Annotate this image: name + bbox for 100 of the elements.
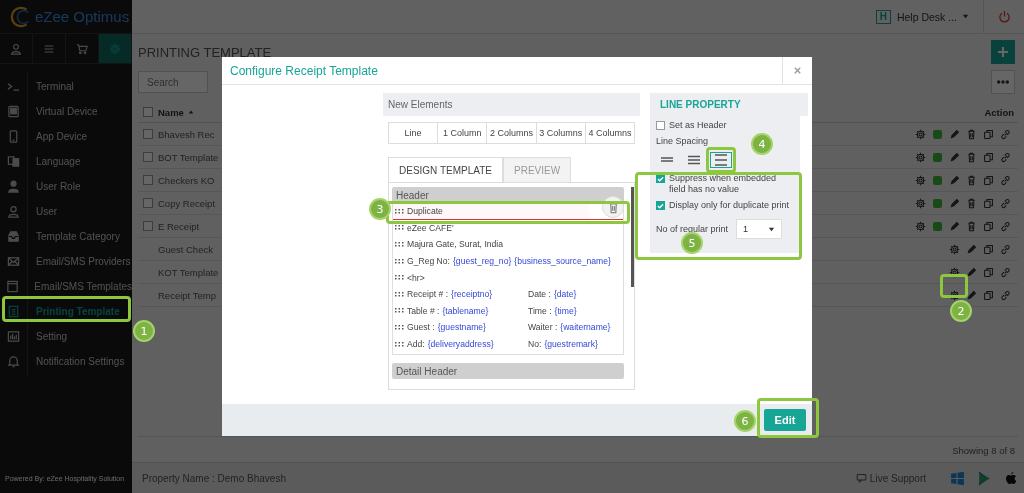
pencil-icon bbox=[949, 197, 960, 209]
line-label: eZee CAFE' bbox=[407, 222, 454, 233]
sidebar-tab[interactable] bbox=[99, 34, 132, 63]
link-icon bbox=[1000, 128, 1011, 140]
copy-icon bbox=[983, 151, 994, 163]
template-line[interactable]: Guest : {guestname} Waiter : {waitername} bbox=[393, 319, 611, 336]
pencil-icon bbox=[949, 151, 960, 163]
section-header: New Elements bbox=[383, 93, 640, 116]
sidebar-item[interactable]: User bbox=[0, 199, 132, 224]
scrollbar[interactable] bbox=[631, 187, 634, 287]
template-line[interactable]: Receipt # : {receiptno} Date : {date} bbox=[393, 285, 589, 303]
field-tag: {time} bbox=[554, 305, 577, 316]
menu-icon bbox=[43, 42, 55, 55]
settings-icon bbox=[915, 220, 926, 232]
line-label: G_Reg No: bbox=[407, 256, 450, 267]
sidebar-item[interactable]: Setting bbox=[0, 324, 132, 349]
tab[interactable]: DESIGN TEMPLATE bbox=[388, 157, 503, 182]
close-icon bbox=[793, 66, 802, 75]
template-line[interactable]: Majura Gate, Surat, India bbox=[393, 236, 589, 253]
drag-handle-icon bbox=[395, 225, 404, 231]
settings-icon bbox=[915, 128, 926, 140]
sidebar-item[interactable]: Template Category bbox=[0, 224, 132, 249]
pencil-icon bbox=[949, 220, 960, 232]
drag-handle-icon bbox=[395, 341, 404, 347]
drag-handle-icon bbox=[395, 275, 404, 281]
checkbox[interactable] bbox=[143, 198, 153, 208]
link-icon bbox=[1000, 220, 1011, 232]
settings-icon bbox=[915, 174, 926, 186]
phone-icon bbox=[7, 130, 20, 143]
field-tag: {date} bbox=[553, 289, 577, 300]
checkbox[interactable] bbox=[143, 175, 153, 185]
windows-icon bbox=[950, 470, 965, 486]
panel-title: LINE PROPERTY bbox=[650, 93, 808, 116]
table-cell: KOT Template bbox=[158, 266, 219, 278]
line-label: Add: bbox=[407, 339, 425, 350]
link-icon bbox=[1000, 174, 1011, 186]
line-spacing-option[interactable] bbox=[710, 152, 732, 168]
line-spacing-icon bbox=[687, 153, 701, 167]
drag-handle-icon bbox=[395, 291, 404, 297]
sidebar-item[interactable]: Terminal bbox=[0, 74, 132, 99]
checkbox[interactable] bbox=[143, 107, 153, 117]
checkbox[interactable] bbox=[143, 129, 153, 139]
checkbox[interactable] bbox=[143, 221, 153, 231]
template-line[interactable]: Table # : {tablename} Time : {time} bbox=[393, 302, 589, 320]
template-line[interactable]: eZee CAFE' bbox=[393, 219, 589, 237]
user-menu[interactable]: Help Desk ... bbox=[896, 10, 969, 23]
checkbox[interactable] bbox=[656, 174, 665, 183]
column-header[interactable]: Name bbox=[158, 106, 184, 118]
field-tag: {waitername} bbox=[560, 322, 611, 333]
element-button[interactable]: 3 Columns bbox=[536, 123, 586, 143]
plus-icon bbox=[996, 45, 1010, 59]
edit-button[interactable]: Edit bbox=[764, 409, 806, 431]
field-tag: {deliveryaddress} bbox=[427, 339, 494, 350]
template-line[interactable]: G_Reg No: {guest_reg_no} {business_source_name} bbox=[393, 252, 611, 270]
checkbox[interactable] bbox=[656, 201, 665, 210]
sidebar-item[interactable]: Email/SMS Providers bbox=[0, 249, 132, 274]
settings-icon bbox=[915, 151, 926, 163]
line-label: Majura Gate, Surat, India bbox=[407, 239, 503, 250]
element-button[interactable]: 2 Columns bbox=[487, 123, 537, 143]
line-label: Date : bbox=[528, 289, 551, 300]
sidebar-item[interactable]: Virtual Device bbox=[0, 99, 132, 124]
link-icon bbox=[1000, 151, 1011, 163]
play-store-icon bbox=[977, 470, 992, 486]
drag-handle-icon bbox=[395, 308, 404, 314]
trash-icon bbox=[966, 151, 977, 163]
highlight-frame bbox=[940, 274, 968, 298]
line-spacing-icon bbox=[714, 153, 728, 167]
tab[interactable]: PREVIEW bbox=[503, 157, 572, 182]
sidebar-item[interactable]: Language bbox=[0, 149, 132, 174]
more-button[interactable] bbox=[991, 70, 1015, 94]
table-cell: E Receipt bbox=[158, 220, 200, 232]
sidebar-item[interactable]: Notification Settings bbox=[0, 349, 132, 374]
checkbox-label: Set as Header bbox=[669, 120, 727, 131]
pencil-icon bbox=[949, 174, 960, 186]
page-title: PRINTING TEMPLATE bbox=[138, 45, 272, 60]
table-cell: Bhavesh Rec bbox=[158, 128, 215, 140]
copy-icon bbox=[983, 289, 994, 301]
checkbox-label: Suppress when embedded field has no value bbox=[669, 173, 778, 195]
pencil-icon bbox=[966, 243, 977, 255]
highlight-frame bbox=[757, 398, 819, 438]
pencil-icon bbox=[966, 266, 977, 278]
apple-icon bbox=[1004, 471, 1018, 485]
copy-icon bbox=[983, 197, 994, 209]
power-icon bbox=[997, 10, 1011, 23]
print-count-dropdown[interactable]: 1 bbox=[736, 219, 783, 239]
sidebar-item[interactable]: Email/SMS Templates bbox=[0, 274, 132, 299]
sidebar-item[interactable]: App Device bbox=[0, 124, 132, 149]
window-icon bbox=[6, 280, 20, 293]
translate-icon bbox=[7, 155, 20, 168]
template-line[interactable]: <hr> bbox=[393, 269, 589, 286]
template-line[interactable]: Add: {deliveryaddress} No: {guestremark} bbox=[393, 335, 598, 353]
add-button[interactable] bbox=[991, 40, 1015, 64]
trash-icon bbox=[966, 174, 977, 186]
trash-icon bbox=[966, 220, 977, 232]
checkbox[interactable] bbox=[143, 152, 153, 162]
checkbox[interactable] bbox=[656, 121, 665, 130]
sidebar-item[interactable]: Printing Template bbox=[0, 299, 132, 324]
user-icon bbox=[10, 42, 22, 55]
sidebar-item[interactable]: User Role bbox=[0, 174, 132, 199]
envelope-icon bbox=[7, 255, 20, 268]
